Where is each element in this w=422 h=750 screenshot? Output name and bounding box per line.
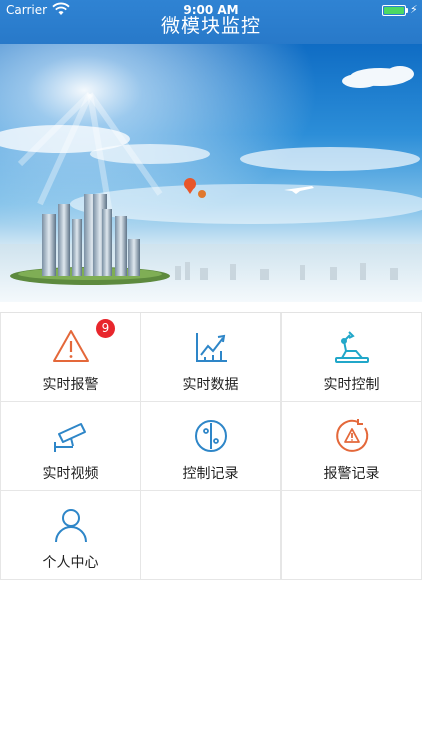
menu-realtime-control[interactable]: 实时控制 — [281, 313, 422, 402]
menu-label: 实时视频 — [42, 466, 99, 482]
menu-label: 实时报警 — [42, 377, 99, 393]
menu-label: 个人中心 — [42, 555, 99, 571]
warning-triangle-icon — [52, 330, 89, 362]
user-icon — [54, 509, 87, 543]
menu-alarm-record[interactable]: 报警记录 — [281, 402, 422, 491]
menu-personal-center[interactable]: 个人中心 — [0, 491, 141, 580]
banner-scene — [0, 44, 422, 302]
app-header: Carrier 9:00 AM ⚡ 微模块监控 — [0, 0, 422, 44]
trend-chart-icon — [195, 333, 227, 362]
cctv-camera-icon — [53, 423, 86, 452]
page-title: 微模块监控 — [160, 15, 261, 37]
banner-image — [0, 44, 422, 302]
empty-cell — [281, 491, 422, 580]
alarm-record-icon — [335, 419, 368, 452]
menu-label: 实时数据 — [182, 377, 239, 393]
menu-realtime-data[interactable]: 实时数据 — [140, 313, 281, 402]
robot-arm-icon — [334, 331, 369, 363]
alarm-count-badge: 9 — [96, 319, 115, 338]
menu-label: 实时控制 — [323, 377, 380, 393]
menu-realtime-alarm[interactable]: 9 实时报警 — [0, 313, 141, 402]
menu-label: 控制记录 — [182, 466, 239, 482]
menu-realtime-video[interactable]: 实时视频 — [0, 402, 141, 491]
menu-grid: 9 实时报警 实时数据 实时控制 实时视频 控制记录 报警记录 个人中心 — [0, 312, 422, 580]
menu-control-record[interactable]: 控制记录 — [140, 402, 281, 491]
control-circle-icon — [194, 420, 227, 452]
empty-cell — [140, 491, 281, 580]
menu-label: 报警记录 — [323, 466, 380, 482]
